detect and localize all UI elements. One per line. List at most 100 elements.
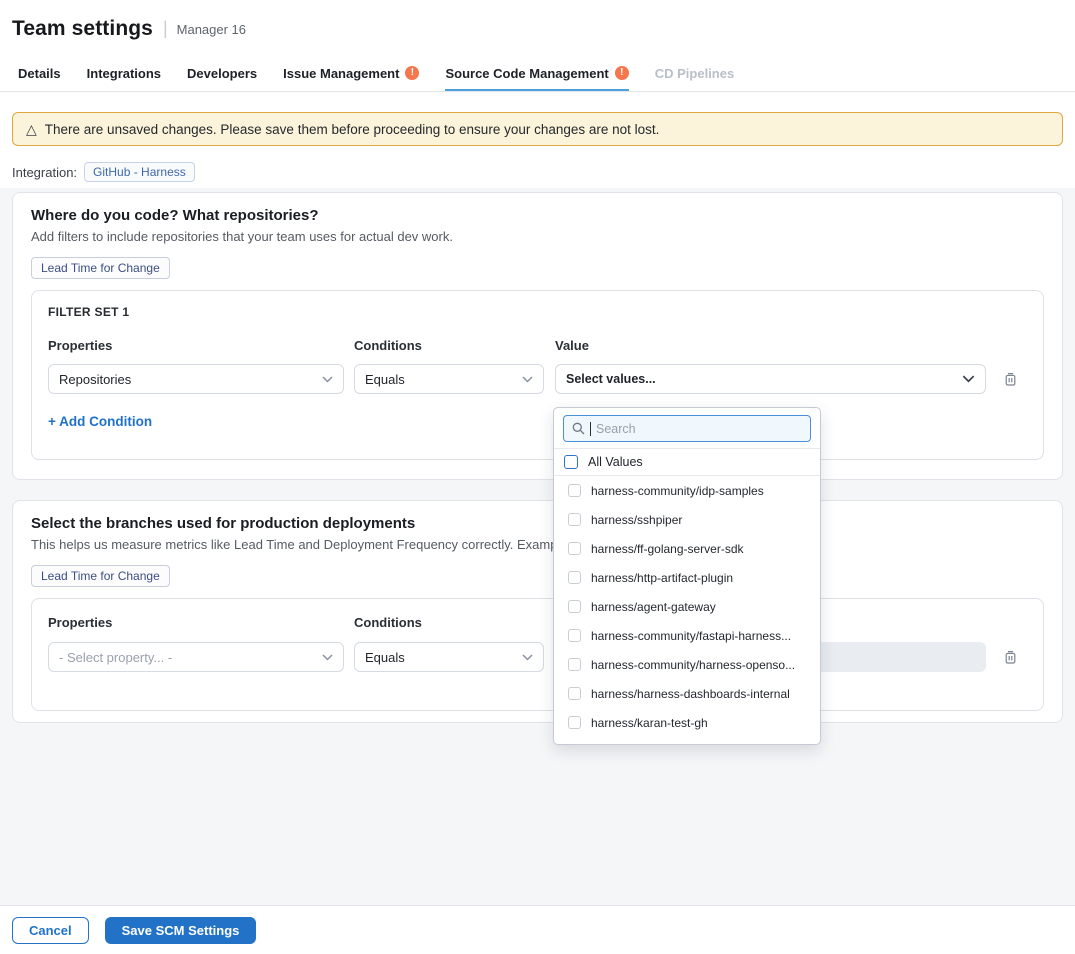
cancel-button[interactable]: Cancel (12, 917, 89, 944)
conditions-column-label: Conditions (354, 615, 544, 630)
all-values-label: All Values (588, 455, 643, 469)
tab-details-label: Details (18, 66, 61, 81)
team-settings-page: Team settings | Manager 16 Details Integ… (0, 0, 1075, 954)
value-multiselect-placeholder: Select values... (566, 372, 656, 386)
save-scm-settings-button[interactable]: Save SCM Settings (105, 917, 257, 944)
unsaved-warning-badge-icon: ! (615, 66, 629, 80)
filter-set-1-title: FILTER SET 1 (48, 305, 1027, 319)
repository-option[interactable]: harness-community/harness-openso... (554, 650, 820, 679)
tab-cd-pipelines: CD Pipelines (655, 58, 734, 91)
value-column-label: Value (555, 338, 986, 353)
chevron-down-icon (962, 375, 975, 383)
tab-integrations[interactable]: Integrations (87, 58, 161, 91)
team-name-label: Manager 16 (177, 22, 246, 37)
tab-developers-label: Developers (187, 66, 257, 81)
properties-column-label: Properties (48, 615, 344, 630)
repository-option[interactable]: harness-community/fastapi-harness... (554, 621, 820, 650)
all-values-option[interactable]: All Values (554, 449, 820, 475)
filter-set-1-row: Repositories Equals Select values... (48, 364, 1027, 394)
delete-condition-button[interactable] (993, 364, 1027, 394)
branches-filter-row: - Select property... - Equals (48, 642, 1027, 672)
repository-option[interactable]: harness/harness-dashboards-internal (554, 679, 820, 708)
page-title: Team settings (12, 17, 153, 41)
repository-option[interactable]: harness/http-artifact-plugin (554, 563, 820, 592)
condition-select-value: Equals (365, 372, 405, 387)
integration-chip: GitHub - Harness (84, 162, 195, 182)
filter-set-1: FILTER SET 1 Properties Conditions Value… (31, 290, 1044, 460)
condition-select[interactable]: Equals (354, 364, 544, 394)
repository-option[interactable]: harness/ff-golang-server-sdk (554, 534, 820, 563)
tab-issue-management[interactable]: Issue Management ! (283, 58, 419, 91)
all-values-checkbox[interactable] (564, 455, 578, 469)
integration-row: Integration: GitHub - Harness (12, 162, 195, 182)
warning-triangle-icon: △ (26, 122, 37, 136)
repository-option[interactable]: harness/... (554, 737, 820, 745)
delete-condition-button[interactable] (993, 642, 1027, 672)
repository-option[interactable]: harness-community/idp-samples (554, 476, 820, 505)
branch-condition-select[interactable]: Equals (354, 642, 544, 672)
settings-tabbar: Details Integrations Developers Issue Ma… (0, 58, 1075, 92)
repository-checkbox[interactable] (568, 513, 581, 526)
repository-option[interactable]: harness/karan-test-gh (554, 708, 820, 737)
tab-source-code-management-label: Source Code Management (445, 66, 608, 81)
repository-option-label: harness-community/fastapi-harness... (591, 629, 791, 643)
branches-card: Select the branches used for production … (12, 500, 1063, 723)
repository-checkbox[interactable] (568, 716, 581, 729)
lead-time-chip: Lead Time for Change (31, 257, 170, 279)
tab-developers[interactable]: Developers (187, 58, 257, 91)
unsaved-warning-badge-icon: ! (405, 66, 419, 80)
repositories-card: Where do you code? What repositories? Ad… (12, 192, 1063, 480)
repository-checkbox[interactable] (568, 484, 581, 497)
repository-option-label: harness/sshpiper (591, 513, 682, 527)
chevron-down-icon (522, 654, 533, 661)
repository-option-label: harness/karan-test-gh (591, 716, 708, 730)
chevron-down-icon (322, 654, 333, 661)
branches-card-title: Select the branches used for production … (31, 515, 1044, 532)
branch-property-select[interactable]: - Select property... - (48, 642, 344, 672)
repository-checkbox[interactable] (568, 571, 581, 584)
dropdown-search-area: Search (554, 408, 820, 448)
repository-option[interactable]: harness/agent-gateway (554, 592, 820, 621)
repositories-card-subtitle: Add filters to include repositories that… (31, 229, 1044, 244)
footer-actions: Cancel Save SCM Settings (0, 905, 1075, 954)
unsaved-changes-banner: △﻿ There are unsaved changes. Please sav… (12, 112, 1063, 146)
repository-checkbox[interactable] (568, 542, 581, 555)
repositories-card-title: Where do you code? What repositories? (31, 207, 1044, 224)
page-header: Team settings | Manager 16 (0, 0, 1075, 57)
banner-message: There are unsaved changes. Please save t… (45, 122, 660, 137)
value-multiselect[interactable]: Select values... (555, 364, 986, 394)
branches-card-subtitle: This helps us measure metrics like Lead … (31, 537, 1044, 552)
property-select-value: Repositories (59, 372, 131, 387)
dropdown-search-input[interactable]: Search (563, 415, 811, 442)
conditions-column-label: Conditions (354, 338, 544, 353)
branch-condition-value: Equals (365, 650, 405, 665)
tab-details[interactable]: Details (18, 58, 61, 91)
add-condition-link[interactable]: + Add Condition (48, 414, 152, 429)
value-dropdown-panel: Search All Values harness-community/idp-… (553, 407, 821, 745)
repository-option-label: harness/ff-golang-server-sdk (591, 542, 744, 556)
repository-option-label: harness/http-artifact-plugin (591, 571, 733, 585)
integration-label: Integration: (12, 165, 77, 180)
repository-option-label: harness/... (591, 745, 647, 746)
repository-option-label: harness/agent-gateway (591, 600, 716, 614)
repository-option-label: harness-community/idp-samples (591, 484, 764, 498)
repository-option[interactable]: harness/sshpiper (554, 505, 820, 534)
repository-option-label: harness/harness-dashboards-internal (591, 687, 790, 701)
filter-set-1-column-labels: Properties Conditions Value (48, 338, 1027, 353)
repository-checkbox[interactable] (568, 658, 581, 671)
repository-options-list: harness-community/idp-samples harness/ss… (554, 476, 820, 745)
trash-icon (1003, 371, 1018, 387)
trash-icon (1003, 649, 1018, 665)
tab-source-code-management[interactable]: Source Code Management ! (445, 58, 628, 91)
branch-property-placeholder: - Select property... - (59, 650, 172, 665)
repository-checkbox[interactable] (568, 600, 581, 613)
tab-integrations-label: Integrations (87, 66, 161, 81)
property-select[interactable]: Repositories (48, 364, 344, 394)
chevron-down-icon (322, 376, 333, 383)
chevron-down-icon (522, 376, 533, 383)
search-placeholder: Search (596, 422, 636, 436)
branches-column-labels: Properties Conditions (48, 615, 1027, 630)
repository-checkbox[interactable] (568, 687, 581, 700)
repository-checkbox[interactable] (568, 629, 581, 642)
tab-issue-management-label: Issue Management (283, 66, 399, 81)
